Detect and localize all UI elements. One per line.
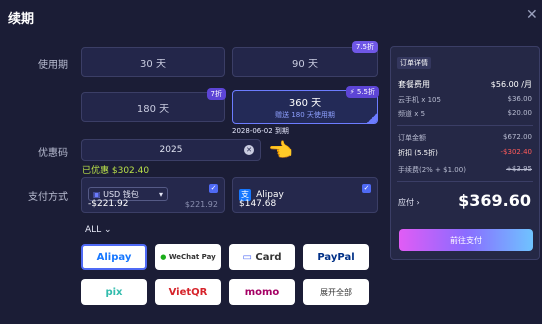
method-paypal[interactable]: PayPal	[303, 244, 369, 270]
selected-check-icon	[367, 113, 377, 123]
close-icon[interactable]: ✕	[526, 7, 538, 23]
all-filter[interactable]: ALL ⌄	[85, 225, 112, 235]
wallet-deduction: -$221.92	[88, 199, 129, 209]
order-row: 频道 x 5 $20.00	[398, 109, 532, 118]
plan-180-days[interactable]: 180 天 7折	[81, 88, 226, 122]
plan-label: 30 天	[140, 58, 166, 70]
order-summary-panel: 订单详情 套餐费用 $56.00 /月 云手机 x 105 $36.00 频道 x …	[390, 46, 540, 260]
order-row: 订单金额 $672.00	[398, 133, 532, 142]
plan-360-days[interactable]: 360 天 赠送 180 天使用期 ⚡ 5.5折	[232, 86, 379, 124]
total-label: 应付 ›	[398, 198, 420, 207]
alipay-option[interactable]: 支 Alipay ✓ $147.68	[232, 177, 378, 213]
period-label: 使用期	[38, 60, 68, 71]
clear-icon[interactable]: ✕	[244, 145, 254, 155]
go-pay-button[interactable]: 前往支付	[399, 229, 533, 251]
expiry-date: 2028-06-02 到期	[232, 127, 289, 135]
plan-label: 90 天	[292, 58, 318, 70]
discount-badge: 7折	[206, 88, 226, 100]
check-icon: ✓	[362, 184, 371, 193]
wallet-original: $221.92	[184, 200, 218, 209]
dialog-title: 续期	[8, 12, 35, 27]
wallet-icon: ▣	[93, 190, 101, 199]
coupon-value: 2025	[159, 145, 183, 155]
method-vietqr[interactable]: VietQR	[155, 279, 221, 305]
plan-label: 360 天	[288, 98, 322, 109]
pointing-hand-icon: 👈	[268, 138, 293, 162]
order-title: 订单详情	[397, 57, 431, 69]
divider	[397, 125, 533, 126]
method-alipay[interactable]: Alipay	[81, 244, 147, 270]
plan-90-days[interactable]: 90 天 7.5折	[232, 41, 378, 77]
expand-all-button[interactable]: 展开全部	[303, 279, 369, 305]
order-row: 手续费(2% + $1.00) +$3.95	[398, 165, 532, 174]
order-row: 折扣 (5.5折) -$302.40	[398, 148, 532, 157]
method-pix[interactable]: pix	[81, 279, 147, 305]
coupon-input[interactable]: 2025 ✕	[81, 139, 261, 161]
usd-wallet-option[interactable]: ▣ USD 钱包 ▾ ✓ -$221.92 $221.92	[81, 177, 225, 213]
discount-badge: ⚡ 5.5折	[345, 86, 379, 98]
order-row: 云手机 x 105 $36.00	[398, 95, 532, 104]
total-amount: $369.60	[458, 191, 531, 210]
divider	[397, 181, 533, 182]
coupon-saved-text: 已优惠 $302.40	[82, 166, 150, 176]
alipay-amount: $147.68	[239, 199, 277, 209]
plan-30-days[interactable]: 30 天	[81, 47, 225, 77]
plan-label: 180 天	[136, 103, 170, 115]
coupon-label: 优惠码	[38, 148, 68, 159]
payment-label: 支付方式	[28, 192, 68, 203]
method-momo[interactable]: momo	[229, 279, 295, 305]
plan-bonus-note: 赠送 180 天使用期	[275, 111, 335, 119]
chevron-down-icon: ▾	[158, 190, 163, 199]
order-row: 套餐费用 $56.00 /月	[398, 80, 532, 89]
method-wechat-pay[interactable]: ● WeChat Pay	[155, 244, 221, 270]
check-icon: ✓	[209, 184, 218, 193]
method-card[interactable]: ▭ Card	[229, 244, 295, 270]
discount-badge: 7.5折	[351, 41, 378, 53]
